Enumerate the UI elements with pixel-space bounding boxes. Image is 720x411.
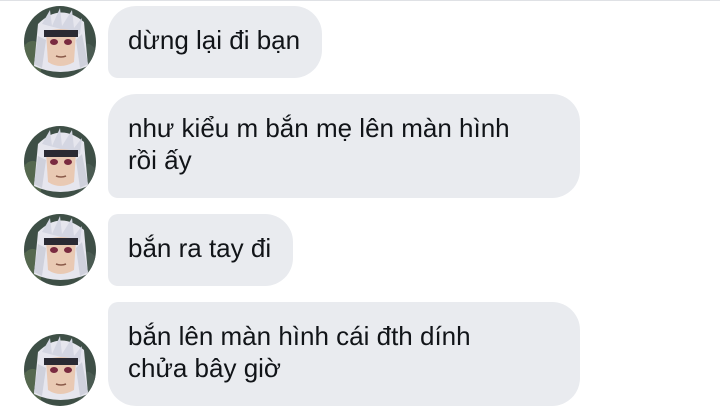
- sender-avatar[interactable]: [24, 6, 96, 78]
- sender-avatar[interactable]: [24, 214, 96, 286]
- message-bubble[interactable]: như kiểu m bắn mẹ lên màn hình rồi ấy: [108, 94, 580, 198]
- user-avatar-icon: [24, 214, 96, 286]
- message-bubble[interactable]: dừng lại đi bạn: [108, 6, 323, 78]
- sender-avatar[interactable]: [24, 126, 96, 198]
- user-avatar-icon: [24, 126, 96, 198]
- user-avatar-icon: [24, 6, 96, 78]
- user-avatar-icon: [24, 334, 96, 406]
- sender-avatar[interactable]: [24, 334, 96, 406]
- chat-thread: dừng lại đi bạn như kiểu m bắn mẹ lên mà…: [0, 0, 720, 411]
- message-bubble[interactable]: bắn ra tay đi: [108, 214, 294, 286]
- message-bubble[interactable]: bắn lên màn hình cái đth dính chửa bây g…: [108, 302, 580, 406]
